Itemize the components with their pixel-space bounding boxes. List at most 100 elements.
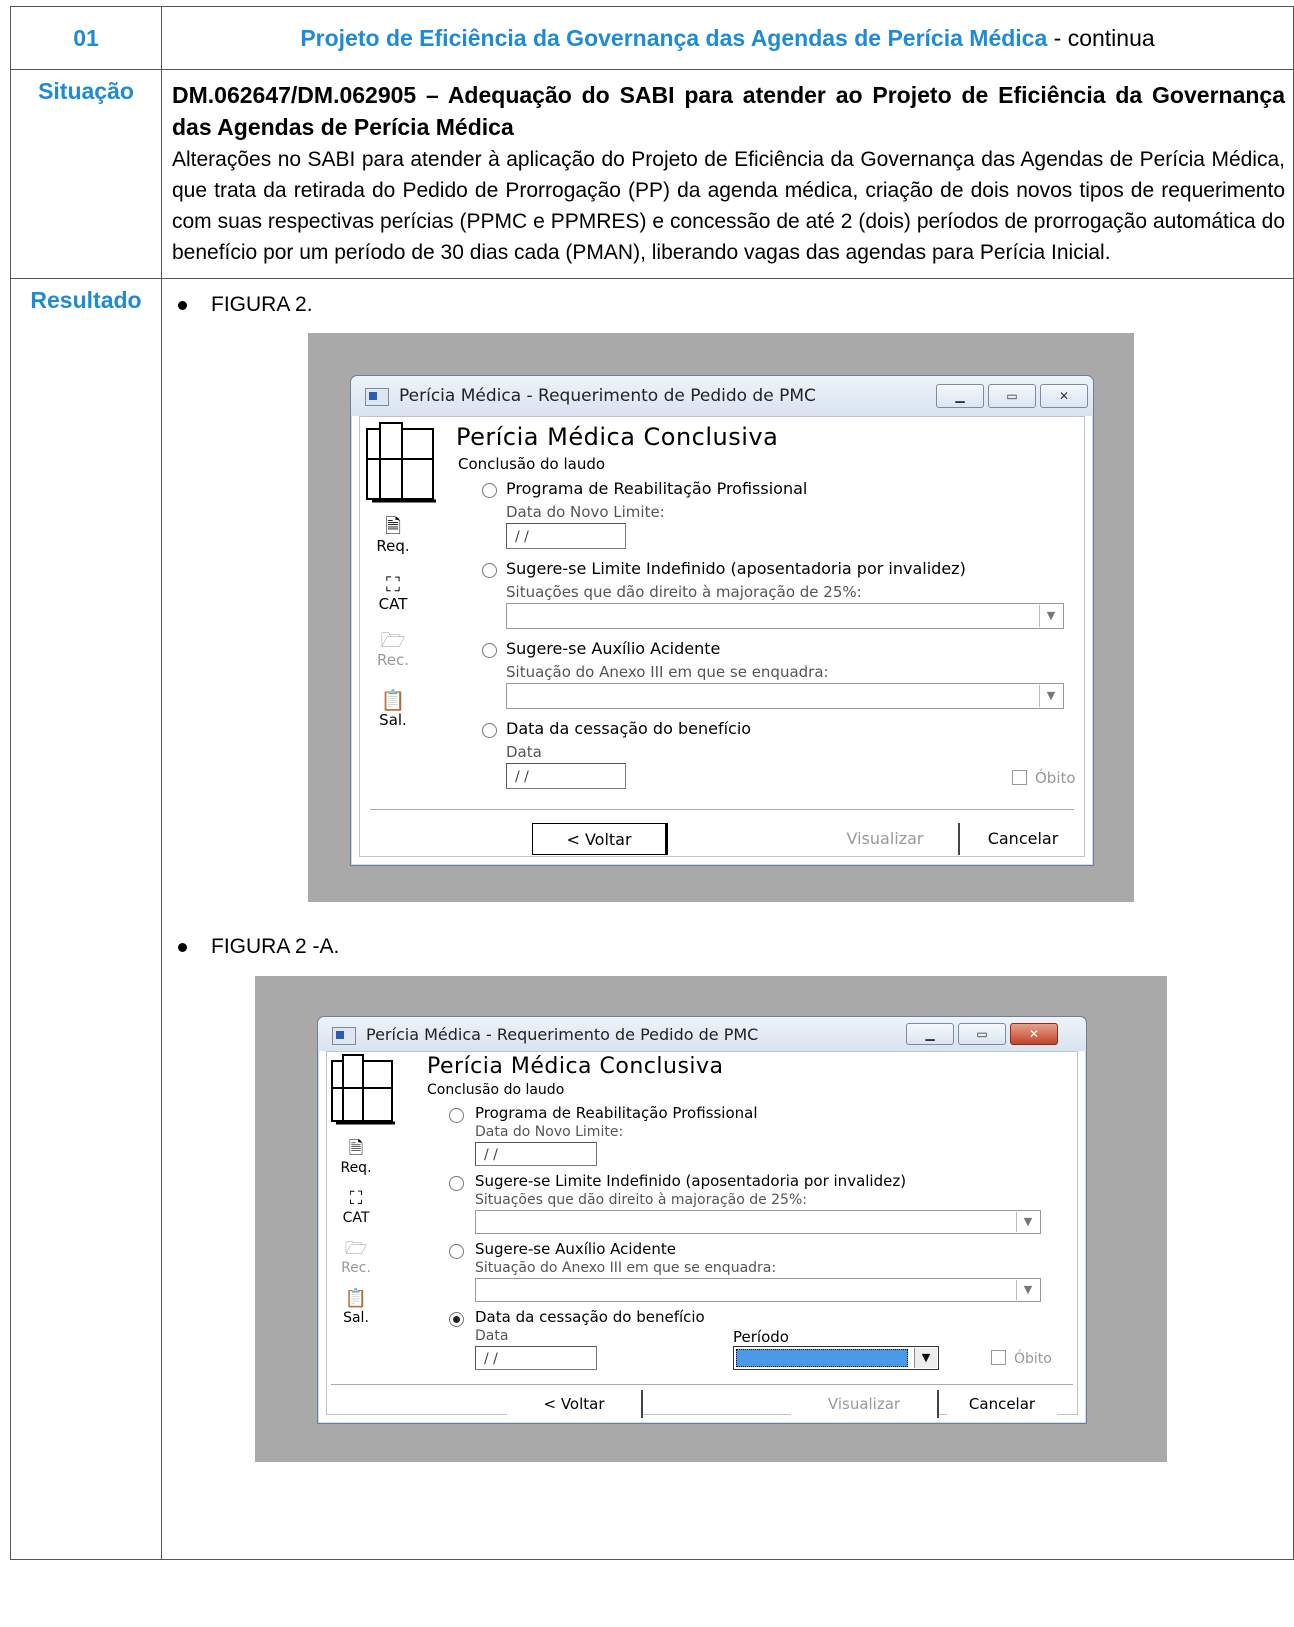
radio-data-cessacao[interactable] <box>482 723 497 738</box>
side-sal-button[interactable]: 📋 Sal. <box>368 689 418 729</box>
obito-checkbox[interactable]: Óbito <box>1012 769 1076 787</box>
minimize-icon[interactable]: ▁ <box>906 1023 954 1045</box>
chevron-down-icon: ▼ <box>914 1348 937 1368</box>
option-label: Sugere-se Limite Indefinido (aposentador… <box>475 1172 907 1190</box>
project-title: Projeto de Eficiência da Governança das … <box>300 25 1048 51</box>
window-titlebar: Perícia Médica - Requerimento de Pedido … <box>318 1017 1086 1051</box>
option-label: Sugere-se Auxílio Acidente <box>506 639 721 658</box>
voltar-button[interactable]: < Voltar <box>507 1390 643 1418</box>
window-title: Perícia Médica - Requerimento de Pedido … <box>399 386 816 406</box>
periodo-label: Período <box>733 1328 789 1346</box>
visualizar-button[interactable]: Visualizar <box>812 823 960 855</box>
radio-data-cessacao[interactable] <box>449 1312 464 1327</box>
dialog-window: Perícia Médica - Requerimento de Pedido … <box>317 1016 1087 1424</box>
radio-auxilio-acidente[interactable] <box>449 1244 464 1259</box>
heading: Perícia Médica Conclusiva <box>427 1054 724 1079</box>
folder-icon: 🗁 <box>344 1238 368 1259</box>
dialog-window: Perícia Médica - Requerimento de Pedido … <box>350 375 1094 866</box>
window-title: Perícia Médica - Requerimento de Pedido … <box>366 1025 759 1044</box>
screenshot-figure-2a: Perícia Médica - Requerimento de Pedido … <box>255 976 1167 1462</box>
option-label: Sugere-se Limite Indefinido (aposentador… <box>506 559 966 578</box>
screenshot-figure-2: Perícia Médica - Requerimento de Pedido … <box>308 333 1134 902</box>
chevron-down-icon: ▼ <box>1016 1212 1039 1232</box>
side-rec-button[interactable]: 🗁 Rec. <box>331 1238 381 1276</box>
data-novo-limite-field[interactable]: / / <box>506 523 626 549</box>
pericia-logo-icon <box>366 422 436 503</box>
figure-caption: FIGURA 2 -A. <box>178 935 339 959</box>
option-hint: Situações que dão direito à majoração de… <box>475 1192 807 1208</box>
chevron-down-icon: ▼ <box>1039 685 1062 707</box>
item-number: 01 <box>10 6 162 70</box>
majoracao-select[interactable]: ▼ <box>506 603 1064 629</box>
side-cat-button[interactable]: ⛶ CAT <box>368 573 418 613</box>
folder-icon: 🗁 <box>380 628 406 652</box>
situacao-body: Alterações no SABI para atender à aplica… <box>172 148 1285 264</box>
option-label: Programa de Reabilitação Profissional <box>475 1104 758 1122</box>
option-hint: Data <box>506 743 542 761</box>
maximize-icon[interactable]: ▭ <box>988 384 1036 408</box>
majoracao-select[interactable]: ▼ <box>475 1210 1041 1234</box>
radio-reabilitacao[interactable] <box>449 1108 464 1123</box>
periodo-select[interactable]: ▼ <box>733 1346 939 1370</box>
checkbox-box <box>991 1350 1006 1365</box>
side-rec-button[interactable]: 🗁 Rec. <box>368 629 418 669</box>
option-label: Sugere-se Auxílio Acidente <box>475 1240 676 1258</box>
close-icon[interactable]: ✕ <box>1040 384 1088 408</box>
divider <box>370 809 1074 811</box>
app-icon <box>365 388 389 406</box>
option-label: Data da cessação do benefício <box>475 1308 705 1326</box>
option-hint: Situação do Anexo III em que se enquadra… <box>475 1260 777 1276</box>
situacao-label: Situação <box>10 69 162 279</box>
data-novo-limite-field[interactable]: / / <box>475 1142 597 1166</box>
voltar-button[interactable]: < Voltar <box>532 823 668 855</box>
visualizar-button[interactable]: Visualizar <box>791 1390 939 1418</box>
radio-reabilitacao[interactable] <box>482 483 497 498</box>
anexo-iii-select[interactable]: ▼ <box>506 683 1064 709</box>
close-icon[interactable]: ✕ <box>1010 1023 1058 1045</box>
obito-checkbox[interactable]: Óbito <box>991 1350 1052 1367</box>
clipboard-icon: 📋 <box>344 1288 368 1309</box>
situacao-content: DM.062647/DM.062905 – Adequação do SABI … <box>161 69 1294 279</box>
chevron-down-icon: ▼ <box>1016 1280 1039 1300</box>
data-cessacao-field[interactable]: / / <box>475 1346 597 1370</box>
bullet-icon <box>178 300 187 310</box>
maximize-icon[interactable]: ▭ <box>958 1023 1006 1045</box>
heading: Perícia Médica Conclusiva <box>456 423 779 451</box>
data-cessacao-field[interactable]: / / <box>506 763 626 789</box>
option-label: Data da cessação do benefício <box>506 719 752 738</box>
subheading: Conclusão do laudo <box>427 1082 565 1098</box>
resultado-row: Resultado FIGURA 2. Perícia Médica - Req… <box>10 278 1294 1560</box>
divider <box>331 1384 1073 1386</box>
cancelar-button[interactable]: Cancelar <box>968 823 1078 855</box>
anexo-iii-select[interactable]: ▼ <box>475 1278 1041 1302</box>
option-hint: Situações que dão direito à majoração de… <box>506 583 862 601</box>
subheading: Conclusão do laudo <box>458 455 606 473</box>
option-hint: Situação do Anexo III em que se enquadra… <box>506 663 829 681</box>
radio-limite-indefinido[interactable] <box>482 563 497 578</box>
figure-caption: FIGURA 2. <box>178 293 313 317</box>
header-row: 01 Projeto de Eficiência da Governança d… <box>10 6 1294 70</box>
dialog-client: Perícia Médica Conclusiva Conclusão do l… <box>359 416 1085 857</box>
side-req-button[interactable]: 🗎 Req. <box>368 515 418 555</box>
bullet-icon <box>178 942 187 952</box>
option-label: Programa de Reabilitação Profissional <box>506 479 808 498</box>
radio-limite-indefinido[interactable] <box>449 1176 464 1191</box>
chevron-down-icon: ▼ <box>1039 605 1062 627</box>
minimize-icon[interactable]: ▁ <box>936 384 984 408</box>
dialog-client: Perícia Médica Conclusiva Conclusão do l… <box>326 1051 1078 1418</box>
project-title-cell: Projeto de Eficiência da Governança das … <box>161 6 1294 70</box>
side-sal-button[interactable]: 📋 Sal. <box>331 1288 381 1326</box>
window-titlebar: Perícia Médica - Requerimento de Pedido … <box>351 376 1093 416</box>
resultado-content: FIGURA 2. Perícia Médica - Requerimento … <box>161 278 1294 1560</box>
report-table: 01 Projeto de Eficiência da Governança d… <box>10 6 1294 1560</box>
side-cat-button[interactable]: ⛶ CAT <box>331 1188 381 1226</box>
radio-auxilio-acidente[interactable] <box>482 643 497 658</box>
app-icon <box>332 1027 356 1045</box>
periodo-selection <box>736 1349 908 1367</box>
cancelar-button[interactable]: Cancelar <box>947 1390 1057 1418</box>
side-req-button[interactable]: 🗎 Req. <box>331 1138 381 1176</box>
requerimento-icon: 🗎 <box>348 1138 364 1159</box>
situacao-row: Situação DM.062647/DM.062905 – Adequação… <box>10 69 1294 279</box>
situacao-heading: DM.062647/DM.062905 – Adequação do SABI … <box>172 82 1285 140</box>
option-hint: Data do Novo Limite: <box>475 1124 624 1140</box>
